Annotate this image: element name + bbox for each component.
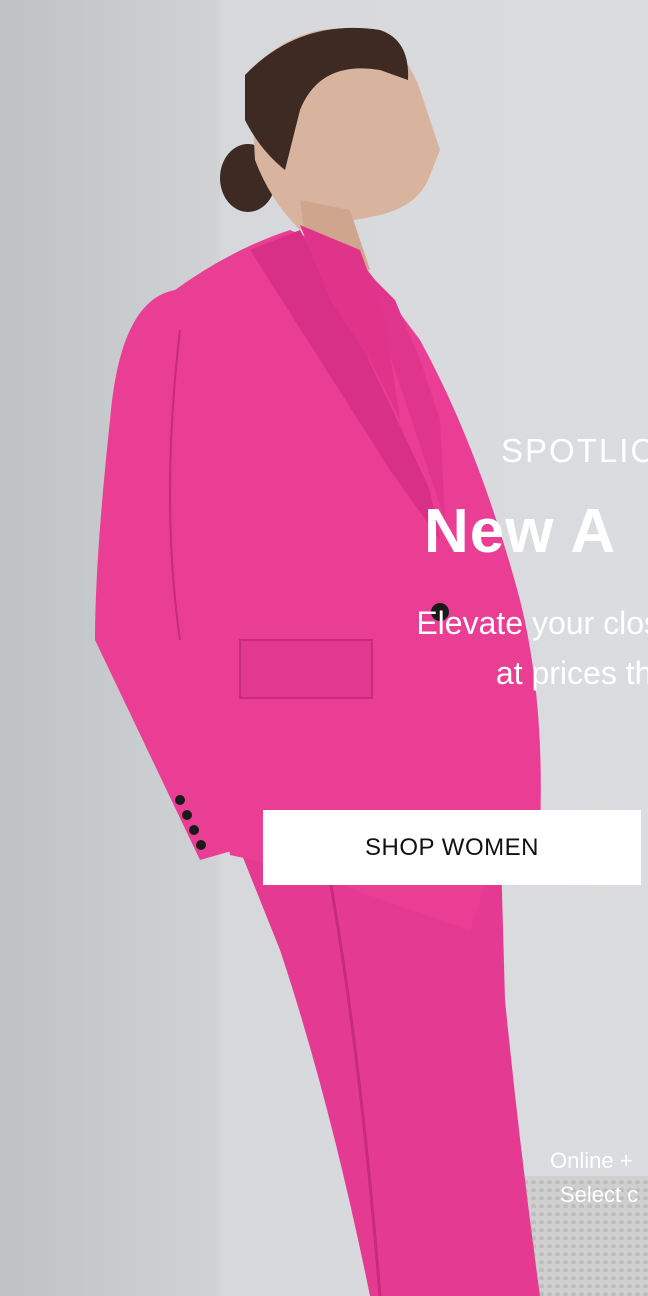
fine-print: Online + Select c <box>540 1144 638 1212</box>
description-line: at prices that <box>495 655 648 691</box>
shop-women-button[interactable]: SHOP WOMEN <box>263 810 641 885</box>
spotlight-eyebrow: SPOTLIC <box>501 432 648 469</box>
fine-print-line: Online + <box>550 1148 633 1173</box>
hero-description: Elevate your closet w at prices that <box>300 598 648 698</box>
hero-banner: SPOTLIC New A Elevate your closet w at p… <box>0 0 648 1296</box>
description-line: Elevate your closet w <box>416 605 648 641</box>
hero-headline: New A <box>424 497 617 566</box>
fine-print-line: Select c <box>560 1182 639 1207</box>
